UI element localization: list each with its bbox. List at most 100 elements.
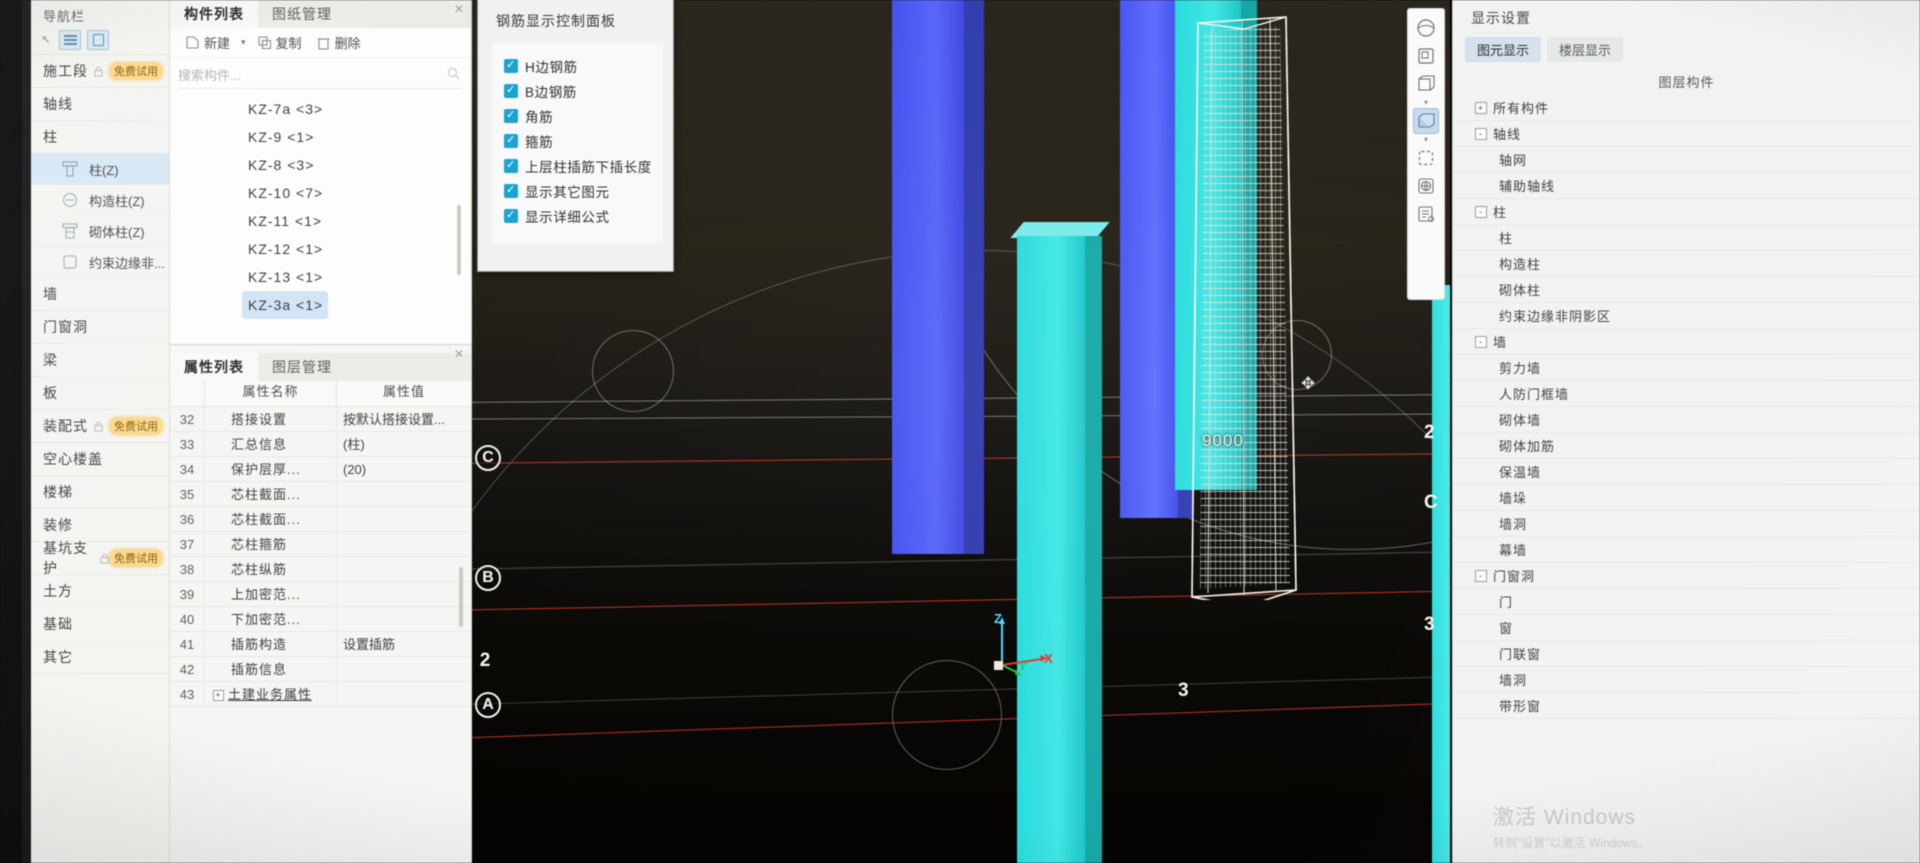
list-item[interactable]: KZ-13 <1>: [170, 263, 471, 291]
row-value[interactable]: [336, 582, 471, 606]
list-item[interactable]: KZ-10 <7>: [170, 179, 471, 207]
check-icon[interactable]: ✓: [504, 133, 518, 148]
table-row[interactable]: 36 芯柱截面...: [170, 507, 471, 532]
row-value[interactable]: 设置插筋: [336, 632, 471, 656]
tree-node-axis[interactable]: - 轴线: [1453, 121, 1920, 147]
checkbox-upper-column-insert-length[interactable]: ✓ 上层柱插筋下插长度: [504, 153, 663, 178]
list-view-icon[interactable]: [59, 29, 81, 50]
check-icon[interactable]: ✓: [504, 208, 518, 223]
check-icon[interactable]: ✓: [504, 183, 518, 198]
component-list-tabs[interactable]: 构件列表 图纸管理: [170, 0, 471, 28]
expand-icon[interactable]: +: [1475, 101, 1487, 114]
checkbox-b-rebar[interactable]: ✓ B边钢筋: [504, 78, 663, 103]
row-value[interactable]: 按默认搭接设置...: [336, 407, 471, 431]
column-cyan-3[interactable]: [1432, 285, 1450, 863]
sidebar-item-earthwork[interactable]: 土方: [31, 575, 169, 608]
globe-icon[interactable]: [1413, 173, 1439, 199]
trial-badge[interactable]: 免费试用: [109, 62, 163, 80]
sidebar-item-structural-col-z[interactable]: 构造柱(Z): [31, 185, 169, 216]
list-item-selected[interactable]: KZ-3a <1>: [242, 291, 328, 319]
scrollbar-thumb[interactable]: [459, 567, 463, 627]
tree-node-aux-axis[interactable]: 辅助轴线: [1453, 173, 1920, 199]
sphere-view-icon[interactable]: [1413, 15, 1439, 41]
table-row[interactable]: 32 搭接设置 按默认搭接设置...: [170, 407, 471, 432]
table-row[interactable]: 33 汇总信息 (柱): [170, 432, 471, 457]
component-list-toolbar[interactable]: 新建 ▾ 复制 删除: [170, 28, 471, 58]
tree-node-structural-column[interactable]: 构造柱: [1453, 251, 1920, 277]
table-row[interactable]: 41 插筋构造 设置插筋: [170, 632, 471, 657]
search-input[interactable]: 搜索构件...: [178, 61, 463, 89]
table-row[interactable]: 37 芯柱箍筋: [170, 532, 471, 557]
sidebar-item-wall[interactable]: 墙: [31, 278, 169, 311]
sidebar-item-axis[interactable]: 轴线: [31, 88, 169, 121]
tab-component-list[interactable]: 构件列表: [170, 0, 258, 28]
tree-node-axis-grid[interactable]: 轴网: [1453, 147, 1920, 173]
column-blue-1[interactable]: [892, 0, 984, 554]
tree-node-wall-pier[interactable]: 墙垛: [1453, 485, 1920, 511]
tree-node-wall-group[interactable]: -墙: [1453, 329, 1920, 355]
tree-node-masonry-reinforcement[interactable]: 砌体加筋: [1453, 433, 1920, 459]
sidebar-item-slab[interactable]: 板: [31, 377, 169, 410]
tree-node-door[interactable]: 门: [1453, 589, 1920, 615]
scrollbar-thumb[interactable]: [457, 205, 461, 275]
sidebar-item-prefab[interactable]: 装配式 免费试用: [31, 410, 169, 443]
row-value[interactable]: (柱): [336, 432, 471, 456]
list-item[interactable]: KZ-7a <3>: [170, 95, 471, 123]
list-item[interactable]: KZ-8 <3>: [170, 151, 471, 179]
row-value[interactable]: [336, 657, 471, 681]
copy-button[interactable]: 复制: [252, 31, 307, 54]
list-item[interactable]: KZ-11 <1>: [170, 207, 471, 235]
view-toolbar[interactable]: ▾ ▾: [1407, 8, 1445, 300]
rebar-display-dialog[interactable]: 钢筋显示控制面板 ✓ H边钢筋 ✓ B边钢筋 ✓ 角筋 ✓ 箍筋 ✓ 上层柱插筋…: [477, 0, 674, 272]
row-value[interactable]: [336, 557, 471, 581]
tab-layer-management[interactable]: 图层管理: [258, 353, 346, 381]
sidebar-item-beam[interactable]: 梁: [31, 344, 169, 377]
checkbox-show-detailed-formula[interactable]: ✓ 显示详细公式: [504, 203, 663, 228]
row-value[interactable]: (20): [336, 457, 471, 481]
element-tree[interactable]: + 所有构件 - 轴线 轴网 辅助轴线 -柱 柱 构造柱 砌体柱 约束边缘非阴影区 …: [1453, 95, 1920, 719]
collapse-icon[interactable]: -: [1475, 127, 1487, 140]
display-settings-panel[interactable]: 显示设置 图元显示 楼层显示 图层构件 + 所有构件 - 轴线 轴网 辅助轴线 -柱…: [1452, 0, 1920, 863]
tree-node-blast-door-frame-wall[interactable]: 人防门框墙: [1453, 381, 1920, 407]
table-row[interactable]: 35 芯柱截面...: [170, 482, 471, 507]
chevron-down-icon[interactable]: ▾: [1424, 99, 1428, 107]
sidebar-item-stair[interactable]: 楼梯: [31, 476, 169, 509]
search-icon[interactable]: [447, 67, 460, 80]
collapse-icon[interactable]: -: [1475, 569, 1487, 582]
close-icon[interactable]: ✕: [454, 2, 464, 16]
row-value[interactable]: [336, 607, 471, 631]
delete-button[interactable]: 删除: [311, 31, 366, 54]
note-icon[interactable]: [1413, 201, 1439, 227]
table-row[interactable]: 34 保护层厚... (20): [170, 457, 471, 482]
row-value[interactable]: [336, 682, 471, 706]
sidebar-item-masonry-col-z[interactable]: 砌体柱(Z): [31, 216, 169, 247]
row-name-expandable[interactable]: + 土建业务属性: [204, 682, 336, 706]
trial-badge[interactable]: 免费试用: [109, 417, 163, 435]
property-tabs[interactable]: 属性列表 图层管理: [170, 353, 471, 381]
column-cyan-1[interactable]: [1010, 222, 1110, 863]
tab-element-display[interactable]: 图元显示: [1465, 37, 1542, 62]
tree-node-door-window-group[interactable]: - 门窗洞: [1453, 563, 1920, 589]
display-settings-tabs[interactable]: 图元显示 楼层显示: [1465, 37, 1920, 62]
property-panel[interactable]: 属性列表 图层管理 ✕ 属性名称 属性值 32 搭接设置 按默认搭接设置... 33…: [170, 345, 472, 863]
tree-node-strip-window[interactable]: 带形窗: [1453, 693, 1920, 719]
tree-node-window[interactable]: 窗: [1453, 615, 1920, 641]
check-icon[interactable]: ✓: [504, 108, 518, 123]
chevron-down-icon[interactable]: ▾: [1424, 136, 1428, 144]
sidebar-item-foundation[interactable]: 基础: [31, 608, 169, 641]
checkbox-corner-rebar[interactable]: ✓ 角筋: [504, 103, 663, 128]
sidebar-toolbar[interactable]: ↖: [31, 25, 169, 55]
single-view-icon[interactable]: [1413, 43, 1439, 69]
row-value[interactable]: [336, 507, 471, 531]
row-value[interactable]: [336, 532, 471, 556]
navigation-sidebar[interactable]: 导航栏 ↖ 施工段 免费试用 轴线 柱 柱(Z) 构造柱(Z) 砌体柱(Z) 约…: [31, 0, 170, 863]
tree-node-insulation-wall[interactable]: 保温墙: [1453, 459, 1920, 485]
sidebar-item-edge-member[interactable]: 约束边缘非...: [31, 247, 169, 278]
sidebar-item-door-window[interactable]: 门窗洞: [31, 311, 169, 344]
wireframe-box-icon[interactable]: [1413, 71, 1439, 97]
table-row[interactable]: 42 插筋信息: [170, 657, 471, 682]
tree-node-masonry-wall[interactable]: 砌体墙: [1453, 407, 1920, 433]
tree-node-shear-wall[interactable]: 剪力墙: [1453, 355, 1920, 381]
tree-node-door-window-combo[interactable]: 门联窗: [1453, 641, 1920, 667]
collapse-icon[interactable]: -: [1475, 335, 1487, 348]
